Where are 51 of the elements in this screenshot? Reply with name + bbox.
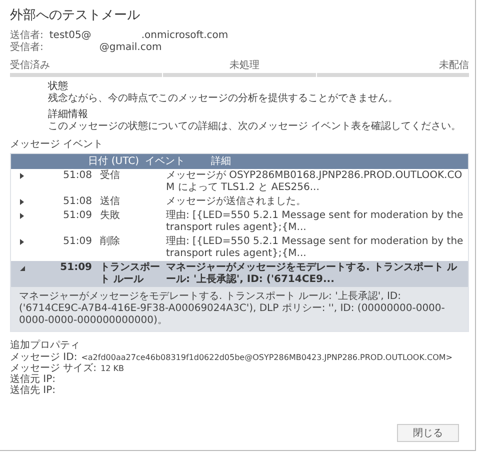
table-cell-text: マネージャーがメッセージをモデレートする. トランスポート ルール: '上長承認', ID: ('6714CE9... — [165, 261, 458, 287]
dialog-title: 外部へのテストメール — [10, 7, 141, 24]
property-label: 送信先 IP: — [10, 385, 56, 396]
collapse-triangle-icon[interactable] — [20, 266, 24, 270]
section-title: メッセージ イベント — [10, 139, 104, 151]
table-cell-text: メッセージが OSYP286MB0168.JPNP286.PROD.OUTLOOK.COM によって TLS1.2 と AES256... — [165, 169, 464, 195]
table-cell-text: 削除 — [99, 235, 121, 249]
column-header: 詳細 — [210, 154, 232, 169]
expand-triangle-icon[interactable] — [20, 173, 24, 179]
table-cell-text: トランスポート ルール — [99, 261, 161, 287]
section-heading: 詳細情報 — [48, 109, 89, 121]
info-text: このメッセージの状態についての詳細は、次のメッセージ イベント表を確認してください。 — [48, 121, 462, 133]
property-label: 送信元 IP: — [10, 374, 56, 385]
info-text: 残念ながら、今の時点でこのメッセージの分析を提供することができません。 — [48, 93, 399, 105]
property-label: メッセージ サイズ: — [10, 363, 97, 374]
table-row[interactable]: 51:09 失敗 理由: [{LED=550 5.2.1 Message sent for moderation by the transport rules agent};{M... — [11, 209, 468, 235]
expanded-detail-text: マネージャーがメッセージをモデレートする. トランスポート ルール: '上長承認', ID: ('6714CE9C-A7B4-416E-9F38-A00069024A3C'), DLP ポリシー: '', ID: (00000000-0000-0000-0000-000000000000)。 — [19, 291, 446, 327]
address-text: test05@ — [49, 30, 92, 42]
table-cell: 51:08 — [63, 196, 92, 208]
table-cell: 51:09 — [63, 236, 92, 248]
stage-label: 未配信 — [439, 58, 469, 72]
table-cell-text: 理由: [{LED=550 5.2.1 Message sent for moderation by the transport rules agent};{M... — [165, 209, 464, 235]
column-header: 日付 (UTC) — [87, 155, 140, 169]
section-heading: 状態 — [48, 81, 69, 92]
table-cell-text: 受信 — [99, 169, 121, 183]
table-cell-text: メッセージが送信されました。 — [165, 195, 307, 209]
table-cell: 51:09 — [60, 262, 92, 274]
table-cell: 51:08 — [63, 170, 92, 182]
section-title: 追加プロパティ — [10, 340, 81, 352]
table-row[interactable]: 51:08 送信 メッセージが送信されました。 — [11, 195, 468, 209]
expand-triangle-icon[interactable] — [20, 239, 24, 245]
property-value: 12 KB — [100, 363, 124, 374]
property-label: メッセージ ID: — [10, 352, 78, 363]
table-row[interactable]: 51:08 受信 メッセージが OSYP286MB0168.JPNP286.PROD.OUTLOOK.COM によって TLS1.2 と AES256... — [11, 169, 468, 195]
expand-triangle-icon[interactable] — [20, 213, 24, 219]
column-header: イベント — [144, 155, 186, 169]
table-cell-text: 理由: [{LED=550 5.2.1 Message sent for moderation by the transport rules agent};{M... — [165, 235, 464, 261]
expand-triangle-icon[interactable] — [20, 199, 24, 205]
table-row[interactable]: 51:09 トランスポート ルール マネージャーがメッセージをモデレートする. トランスポート ルール: '上長承認', ID: ('6714CE9... — [11, 261, 468, 287]
table-cell-text: 失敗 — [99, 209, 121, 223]
table-cell-text: 送信 — [99, 195, 121, 209]
close-button[interactable]: 閉じる — [397, 424, 459, 442]
table-cell: 51:09 — [63, 210, 92, 222]
address-text: .onmicrosoft.com — [141, 30, 228, 42]
stage-label: 未処理 — [230, 58, 260, 72]
stage-label: 受信済み — [10, 58, 50, 72]
sender-label: 送信者: — [10, 30, 44, 42]
recipient-label: 受信者: — [10, 42, 44, 54]
address-text: @gmail.com — [99, 42, 162, 54]
table-row[interactable]: 51:09 削除 理由: [{LED=550 5.2.1 Message sent for moderation by the transport rules agent};{M... — [11, 235, 468, 261]
property-value: <a2fd00aa27ce46b08319f1d0622d05be@OSYP286MB0423.JPNP286.PROD.OUTLOOK.COM> — [81, 352, 453, 363]
